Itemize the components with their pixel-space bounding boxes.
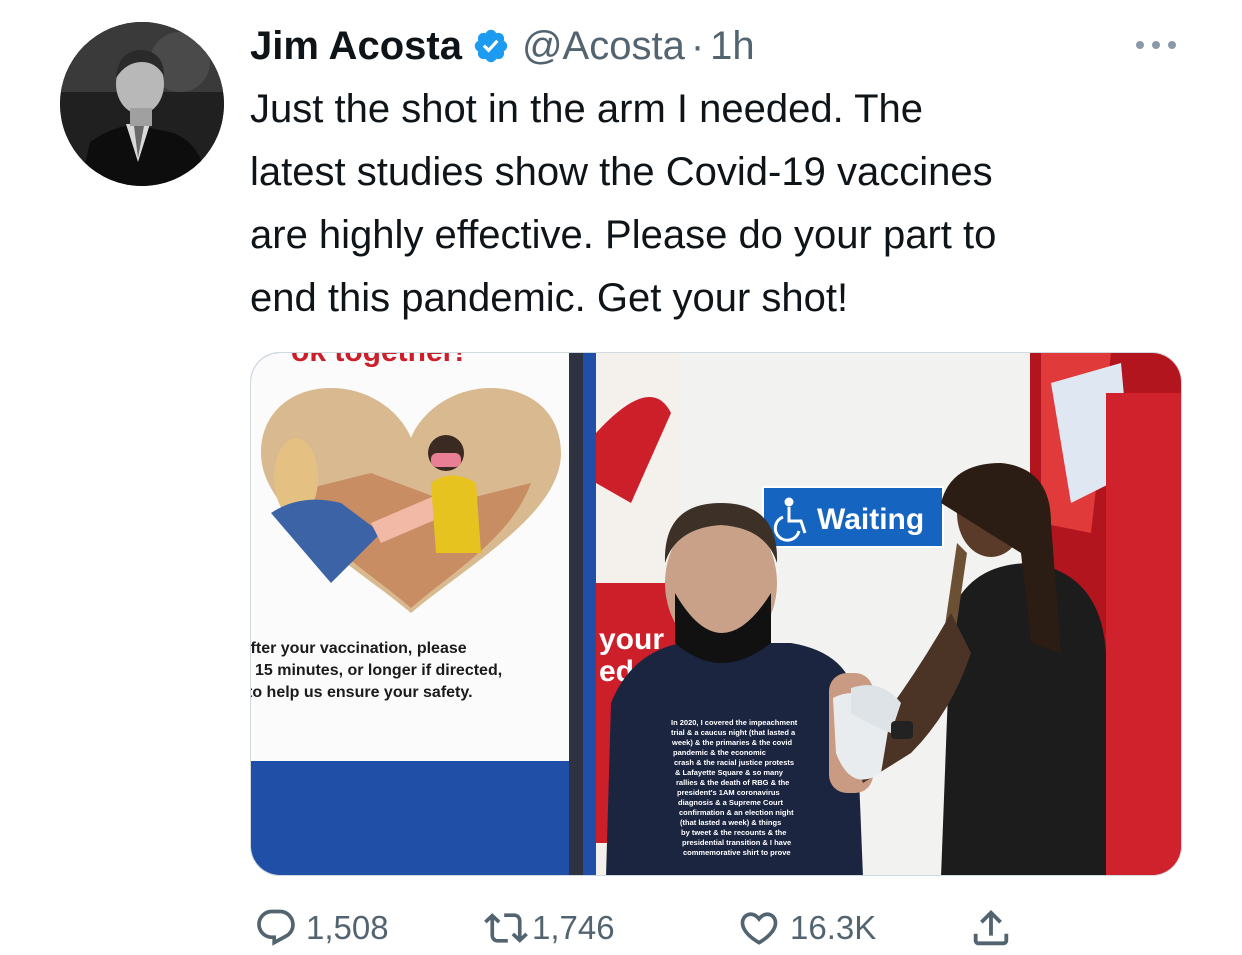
shirt-text-line: week) & the primaries & the covid	[671, 738, 792, 747]
poster-text: After your vaccination, please 15 minute…	[251, 640, 507, 701]
shirt-text-line: In 2020, I covered the impeachment	[671, 718, 798, 727]
poster-text-line: After your vaccination, please	[251, 640, 467, 657]
author-avatar[interactable]	[60, 22, 224, 186]
avatar-photo	[60, 22, 224, 186]
like-button[interactable]: 16.3K	[736, 902, 876, 954]
tweet-actions: 1,508 1,746 16.3K	[254, 902, 1194, 954]
author-display-name[interactable]: Jim Acosta	[250, 24, 462, 69]
header-separator: ·	[690, 23, 705, 68]
tweet-text-line: end this pandemic. Get your shot!	[250, 276, 849, 320]
poster-top-text: ok together!	[291, 353, 464, 368]
like-count: 16.3K	[790, 909, 877, 946]
tweet-text-line: Just the shot in the arm I needed. The	[250, 87, 924, 131]
shirt-text-line: (that lasted a week) & things	[680, 818, 781, 827]
banner-text-line: your	[599, 623, 664, 656]
poster-text-line: to help us ensure your safety.	[251, 684, 473, 701]
retweet-icon	[484, 913, 528, 943]
tweet-text-line: are highly effective. Please do your par…	[250, 213, 997, 257]
verified-badge-icon	[472, 27, 510, 65]
share-button[interactable]	[968, 902, 1014, 954]
vaccination-photo: ok together! After your vaccination, ple…	[251, 353, 1181, 875]
poster-text-line: 15 minutes, or longer if directed,	[255, 662, 502, 679]
shirt-text-line: president's 1AM coronavirus	[677, 788, 780, 797]
waiting-sign-text: Waiting	[817, 503, 924, 536]
shirt-text-line: commemorative shirt to prove	[683, 848, 791, 857]
reply-bubble-icon	[257, 909, 295, 946]
tweet-text-line: latest studies show the Covid-19 vaccine…	[250, 150, 993, 194]
shirt-text-line: by tweet & the recounts & the	[681, 828, 786, 837]
shirt-text-line: rallies & the death of RBG & the	[676, 778, 789, 787]
tweet-header: Jim Acosta @Acosta · 1h	[250, 18, 755, 74]
tweet-photo[interactable]: ok together! After your vaccination, ple…	[250, 352, 1182, 876]
shirt-text-line: & Lafayette Square & so many	[675, 768, 784, 777]
shirt-text-line: confirmation & an election night	[679, 808, 794, 817]
retweet-button[interactable]: 1,746	[482, 902, 615, 954]
shirt-text-line: pandemic & the economic	[673, 748, 766, 757]
shirt-text-line: diagnosis & a Supreme Court	[678, 798, 784, 807]
shirt-text: In 2020, I covered the impeachment trial…	[671, 718, 799, 857]
shirt-text-line: crash & the racial justice protests	[674, 758, 794, 767]
retweet-count: 1,746	[532, 909, 615, 946]
reply-button[interactable]: 1,508	[254, 902, 389, 954]
shirt-text-line: presidential transition & I have	[682, 838, 791, 847]
reply-count: 1,508	[306, 909, 389, 946]
shirt-text-line: trial & a caucus night (that lasted a	[671, 728, 796, 737]
author-handle[interactable]: @Acosta	[522, 24, 685, 69]
tweet-text: Just the shot in the arm I needed. The l…	[250, 78, 1210, 330]
heart-icon	[740, 912, 778, 945]
share-icon	[973, 909, 1009, 946]
more-dots-icon[interactable]	[1130, 30, 1182, 60]
tweet-timestamp[interactable]: 1h	[710, 24, 755, 69]
